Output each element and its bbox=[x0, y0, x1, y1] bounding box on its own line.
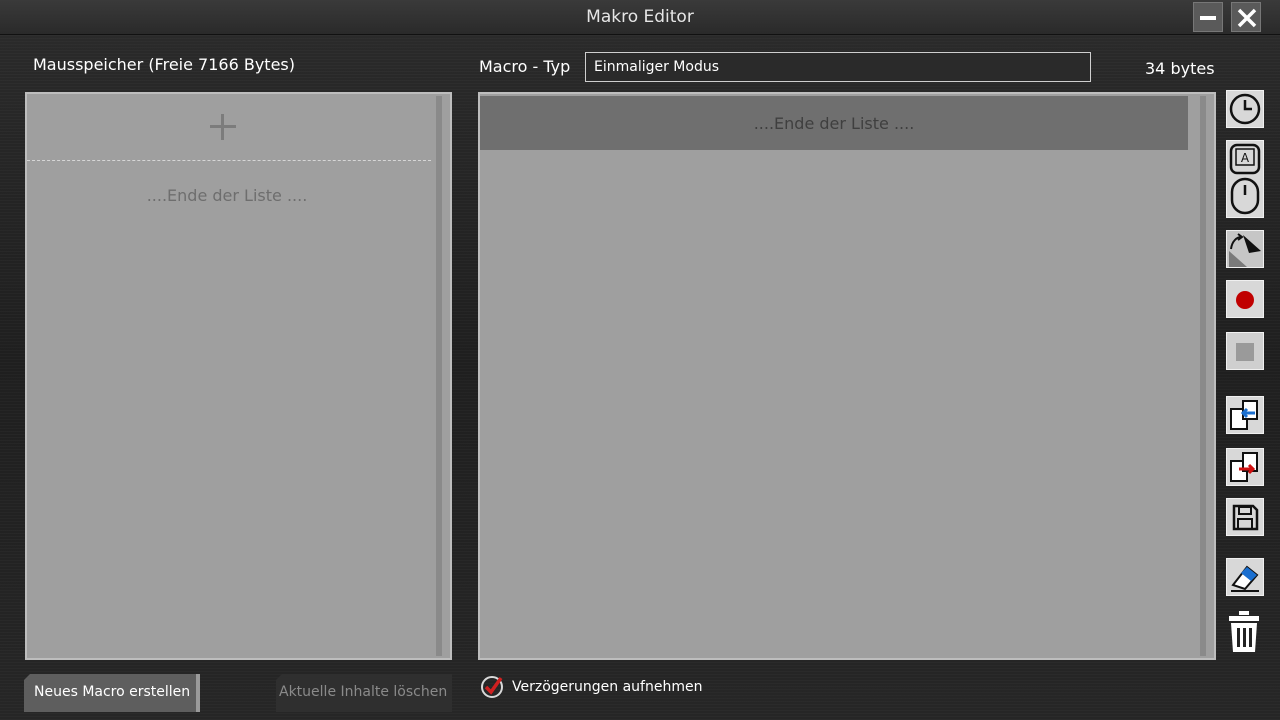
macro-list-end-label: ....Ende der Liste .... bbox=[146, 186, 308, 205]
minimize-icon bbox=[1200, 16, 1216, 20]
plus-icon bbox=[210, 114, 236, 140]
macro-list-panel: ....Ende der Liste .... bbox=[25, 92, 452, 660]
import-button[interactable] bbox=[1226, 396, 1264, 434]
stop-button[interactable] bbox=[1226, 332, 1264, 370]
stop-icon bbox=[1236, 343, 1254, 361]
trash-icon bbox=[1229, 611, 1259, 652]
close-icon bbox=[1237, 8, 1257, 28]
cursor-icon bbox=[1229, 233, 1261, 267]
steps-end-row[interactable]: ....Ende der Liste .... bbox=[480, 96, 1188, 150]
delete-button[interactable] bbox=[1226, 610, 1264, 652]
keyboard-mouse-button[interactable]: A bbox=[1226, 140, 1264, 218]
title-bar: Makro Editor bbox=[0, 0, 1280, 35]
delay-button[interactable] bbox=[1226, 90, 1264, 128]
clock-icon bbox=[1229, 93, 1261, 125]
export-icon bbox=[1230, 452, 1258, 482]
record-delays-checkbox[interactable] bbox=[480, 675, 504, 699]
record-button[interactable] bbox=[1226, 280, 1264, 318]
macro-type-select[interactable]: Einmaliger Modus bbox=[585, 52, 1091, 82]
eraser-icon bbox=[1231, 565, 1259, 592]
close-button[interactable] bbox=[1231, 2, 1261, 32]
export-button[interactable] bbox=[1226, 448, 1264, 486]
window-title: Makro Editor bbox=[586, 7, 694, 27]
clear-contents-button[interactable]: Aktuelle Inhalte löschen bbox=[276, 674, 452, 712]
minimize-button[interactable] bbox=[1193, 2, 1223, 32]
record-icon bbox=[1236, 291, 1254, 309]
record-delays-label: Verzögerungen aufnehmen bbox=[512, 679, 703, 695]
new-macro-button[interactable]: Neues Macro erstellen bbox=[24, 674, 200, 712]
macro-steps-panel: ....Ende der Liste .... bbox=[478, 92, 1216, 660]
steps-scrollbar[interactable] bbox=[1200, 96, 1206, 656]
cursor-position-button[interactable] bbox=[1226, 230, 1264, 268]
erase-button[interactable] bbox=[1226, 558, 1264, 596]
memory-label: Mausspeicher (Freie 7166 Bytes) bbox=[33, 55, 295, 74]
macro-list-scrollbar[interactable] bbox=[436, 96, 442, 656]
bytes-count: 34 bytes bbox=[1145, 59, 1215, 78]
save-icon bbox=[1232, 504, 1259, 531]
checkbox-checked-icon bbox=[481, 676, 503, 698]
import-icon bbox=[1230, 400, 1258, 430]
macro-type-label: Macro - Typ bbox=[479, 57, 571, 76]
save-button[interactable] bbox=[1226, 498, 1264, 536]
steps-end-label: ....Ende der Liste .... bbox=[753, 114, 915, 133]
keyboard-mouse-icon: A bbox=[1229, 143, 1261, 215]
svg-text:A: A bbox=[1241, 151, 1250, 165]
add-macro-row[interactable] bbox=[27, 94, 431, 161]
